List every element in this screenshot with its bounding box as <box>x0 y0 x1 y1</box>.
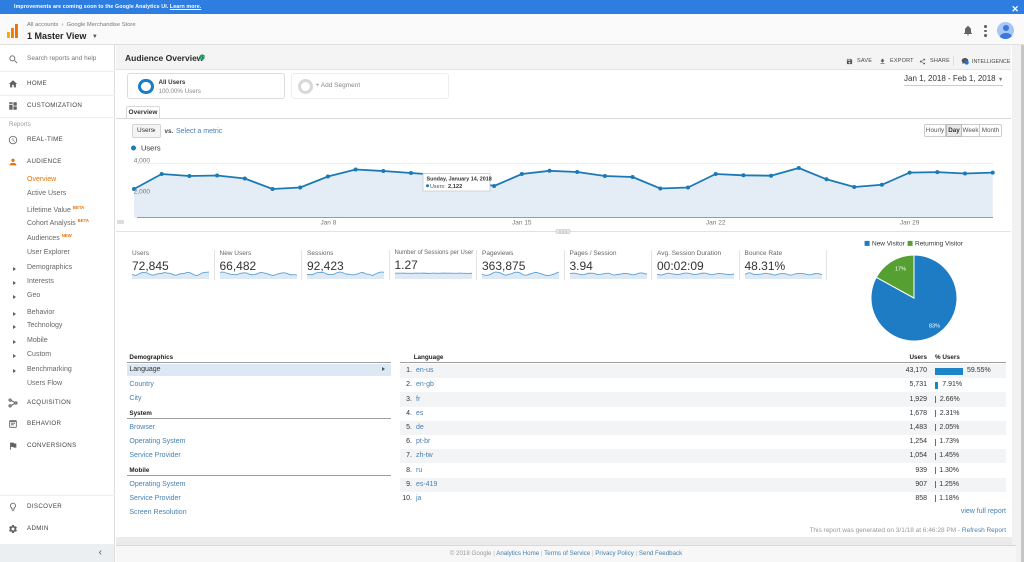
svg-text:New Visitor: New Visitor <box>872 241 906 248</box>
svg-text:Jan 15: Jan 15 <box>512 220 532 227</box>
svg-text:17%: 17% <box>895 267 906 273</box>
svg-text:Users:: Users: <box>430 184 446 190</box>
svg-text:Jan 29: Jan 29 <box>900 220 920 227</box>
svg-text:83%: 83% <box>929 324 940 330</box>
svg-text:Sunday, January 14, 2018: Sunday, January 14, 2018 <box>427 177 492 183</box>
svg-text:Jan 8: Jan 8 <box>320 220 336 227</box>
svg-text:4,000: 4,000 <box>134 158 151 165</box>
svg-text:Jan 22: Jan 22 <box>706 220 726 227</box>
svg-text:Users: Users <box>141 144 161 153</box>
svg-text:2,000: 2,000 <box>134 189 151 196</box>
svg-text:Returning Visitor: Returning Visitor <box>915 241 964 248</box>
svg-text:2,122: 2,122 <box>448 184 462 190</box>
